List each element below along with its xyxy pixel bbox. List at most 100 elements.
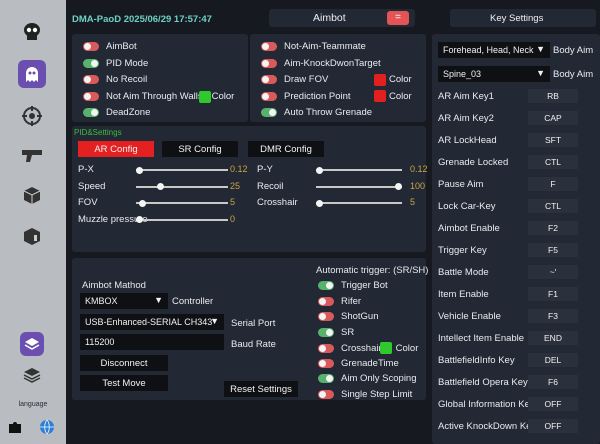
aim-part-label: Body Aim bbox=[553, 69, 594, 80]
slider-knob[interactable] bbox=[316, 166, 323, 174]
key-binding-lock-car-key[interactable]: CTL bbox=[528, 199, 578, 213]
layers-icon[interactable] bbox=[20, 332, 44, 356]
menu-icon[interactable]: = bbox=[387, 11, 409, 25]
toggle-switch[interactable] bbox=[318, 343, 334, 353]
slider-knob[interactable] bbox=[136, 166, 143, 174]
toggle-row-aimbot[interactable]: AimBot bbox=[83, 41, 137, 52]
slider-speed[interactable] bbox=[136, 183, 228, 190]
slider-p-x[interactable] bbox=[136, 166, 228, 174]
toggle-switch[interactable] bbox=[318, 327, 334, 337]
color-swatch[interactable] bbox=[379, 342, 392, 354]
ghost-icon[interactable] bbox=[18, 60, 46, 88]
trigger-row-shotgun[interactable]: ShotGun bbox=[318, 311, 379, 322]
key-label-ar-aim-key1: AR Aim Key1 bbox=[438, 91, 494, 102]
toggle-switch[interactable] bbox=[83, 75, 99, 84]
key-binding-aimbot-enable[interactable]: F2 bbox=[528, 221, 578, 235]
key-binding-battlefield-opera-key[interactable]: F6 bbox=[528, 375, 578, 389]
toggle-row-not-aim-teammate[interactable]: Not-Aim-Teammate bbox=[261, 41, 366, 52]
toggle-switch[interactable] bbox=[83, 108, 99, 117]
crosshair-eye-icon[interactable] bbox=[20, 104, 44, 128]
tab-sr-config[interactable]: SR Config bbox=[162, 141, 238, 157]
serial-port-dropdown[interactable]: USB-Enhanced-SERIAL CH343 ▼ bbox=[80, 314, 224, 330]
key-binding-battlefieldinfo-key[interactable]: DEL bbox=[528, 353, 578, 367]
toggle-switch[interactable] bbox=[318, 358, 334, 368]
trigger-row-trigger-bot[interactable]: Trigger Bot bbox=[318, 280, 388, 291]
pistol-icon[interactable] bbox=[20, 143, 44, 167]
tab-ar-config[interactable]: AR Config bbox=[78, 141, 154, 157]
box-icon[interactable] bbox=[20, 183, 44, 207]
key-binding-item-enable[interactable]: F1 bbox=[528, 287, 578, 301]
color-label: Color bbox=[395, 342, 419, 354]
toggle-row-aim-knockdwontarget[interactable]: Aim-KnockDwonTarget bbox=[261, 58, 381, 69]
box-alt-icon[interactable] bbox=[20, 224, 44, 248]
key-binding-ar-aim-key2[interactable]: CAP bbox=[528, 111, 578, 125]
key-binding-grenade-locked[interactable]: CTL bbox=[528, 155, 578, 169]
baud-rate-field[interactable]: 115200 bbox=[80, 334, 224, 350]
puzzle-icon[interactable] bbox=[6, 418, 24, 436]
toggle-row-no-recoil[interactable]: No Recoil bbox=[83, 74, 147, 85]
reset-settings-button[interactable]: Reset Settings bbox=[224, 381, 298, 397]
disconnect-button[interactable]: Disconnect bbox=[80, 355, 168, 371]
toggle-switch[interactable] bbox=[261, 75, 277, 84]
toggle-switch[interactable] bbox=[83, 92, 99, 101]
color-swatch[interactable] bbox=[374, 73, 386, 86]
trigger-row-crosshair[interactable]: Crosshair Color bbox=[318, 342, 418, 354]
aim-part-dropdown[interactable]: Spine_03 ▼ bbox=[438, 66, 550, 82]
slider-knob[interactable] bbox=[316, 199, 323, 207]
toggle-row-not-aim-through-walls[interactable]: Not Aim Through Walls Color bbox=[83, 90, 234, 103]
toggle-switch[interactable] bbox=[83, 58, 99, 68]
slider-recoil[interactable] bbox=[316, 183, 402, 190]
key-binding-trigger-key[interactable]: F5 bbox=[528, 243, 578, 257]
aimbot-tab[interactable]: Aimbot = bbox=[269, 9, 415, 27]
key-binding-vehicle-enable[interactable]: F3 bbox=[528, 309, 578, 323]
key-binding-pause-aim[interactable]: F bbox=[528, 177, 578, 191]
trigger-row-sr[interactable]: SR bbox=[318, 327, 354, 338]
toggle-switch[interactable] bbox=[318, 312, 334, 321]
toggle-switch[interactable] bbox=[318, 374, 334, 383]
toggle-label: Single Step Limit bbox=[341, 388, 413, 400]
slider-value: 100 bbox=[410, 180, 426, 191]
color-swatch[interactable] bbox=[198, 90, 211, 103]
key-binding-battle-mode[interactable]: ~' bbox=[528, 265, 578, 279]
toggle-row-deadzone[interactable]: DeadZone bbox=[83, 107, 150, 118]
key-binding-intellect-item-enable[interactable]: END bbox=[528, 331, 578, 345]
toggle-row-draw-fov[interactable]: Draw FOV Color bbox=[261, 73, 412, 86]
key-binding-ar-lockhead[interactable]: SFT bbox=[528, 133, 578, 147]
aim-part-dropdown[interactable]: Forehead, Head, Neck ▼ bbox=[438, 42, 550, 58]
tab-dmr-config[interactable]: DMR Config bbox=[248, 141, 324, 157]
toggle-switch[interactable] bbox=[318, 281, 334, 290]
key-binding-ar-aim-key1[interactable]: RB bbox=[528, 89, 578, 103]
slider-fov[interactable] bbox=[136, 199, 228, 207]
slider-crosshair[interactable] bbox=[316, 199, 402, 207]
toggle-switch[interactable] bbox=[261, 108, 277, 117]
toggle-switch[interactable] bbox=[261, 42, 277, 51]
key-settings-tab[interactable]: Key Settings bbox=[450, 9, 596, 27]
controller-dropdown[interactable]: KMBOX ▼ bbox=[80, 293, 168, 309]
color-swatch[interactable] bbox=[374, 90, 386, 102]
aim-part-value: Spine_03 bbox=[443, 69, 482, 79]
slider-knob[interactable] bbox=[395, 183, 402, 190]
toggle-switch[interactable] bbox=[318, 296, 334, 306]
globe-icon[interactable] bbox=[38, 418, 56, 436]
toggle-switch[interactable] bbox=[261, 58, 277, 68]
toggle-row-pid-mode[interactable]: PID Mode bbox=[83, 58, 148, 69]
trigger-row-rifer[interactable]: Rifer bbox=[318, 296, 361, 307]
toggle-switch[interactable] bbox=[83, 42, 99, 51]
test-move-button[interactable]: Test Move bbox=[80, 375, 168, 391]
trigger-row-single-step-limit[interactable]: Single Step Limit bbox=[318, 389, 412, 400]
language-label[interactable]: language bbox=[0, 401, 66, 408]
toggle-row-prediction-point[interactable]: Prediction Point Color bbox=[261, 90, 412, 102]
trigger-row-grenadetime[interactable]: GrenadeTime bbox=[318, 358, 399, 369]
toggle-row-auto-throw-grenade[interactable]: Auto Throw Grenade bbox=[261, 107, 372, 118]
slider-p-y[interactable] bbox=[316, 166, 402, 174]
slider-knob[interactable] bbox=[139, 199, 147, 207]
toggle-switch[interactable] bbox=[261, 91, 277, 101]
key-binding-global-information-key[interactable]: OFF bbox=[528, 397, 578, 411]
trigger-row-aim-only-scoping[interactable]: Aim Only Scoping bbox=[318, 373, 417, 384]
key-binding-active-knockdown-key[interactable]: OFF bbox=[528, 419, 578, 433]
slider-knob[interactable] bbox=[136, 216, 143, 223]
slider-muzzle-pressure[interactable] bbox=[136, 216, 228, 223]
stack-icon[interactable] bbox=[20, 363, 44, 387]
skull-icon[interactable] bbox=[20, 20, 44, 44]
toggle-switch[interactable] bbox=[318, 389, 334, 399]
